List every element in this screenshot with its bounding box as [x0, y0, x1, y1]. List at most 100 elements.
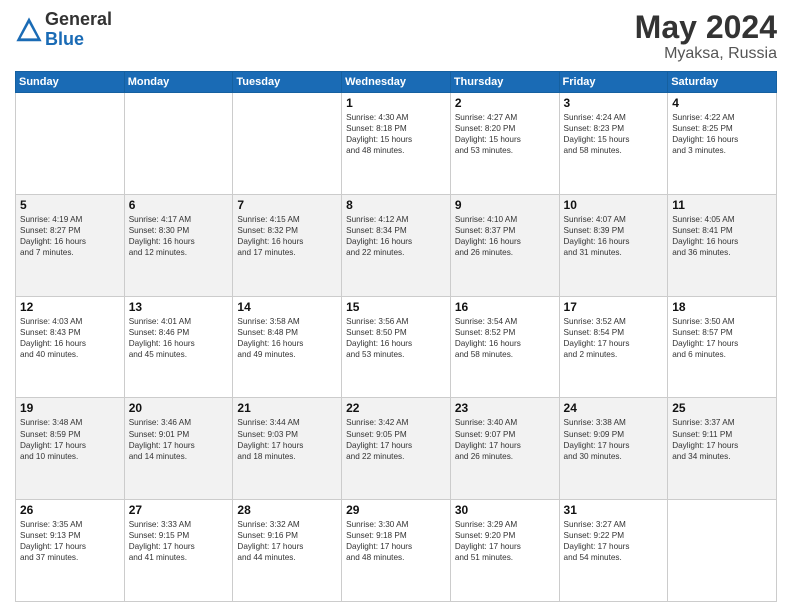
table-row: 31 Sunrise: 3:27 AM Sunset: 9:22 PM Dayli…: [559, 500, 668, 602]
table-row: 1 Sunrise: 4:30 AM Sunset: 8:18 PM Daylig…: [342, 93, 451, 195]
table-row: 25Sunrise: 3:37 AM Sunset: 9:11 PM Dayli…: [668, 398, 777, 500]
day-info: Sunrise: 4:12 AM Sunset: 8:34 PM Dayligh…: [346, 214, 446, 258]
table-row: 22 Sunrise: 3:42 AM Sunset: 9:05 PM Dayli…: [342, 398, 451, 500]
day-number: 20: [129, 401, 229, 415]
day-number: 26: [20, 503, 120, 517]
day-number: 29: [346, 503, 446, 517]
table-row: [16, 93, 125, 195]
table-row: 4 Sunrise: 4:22 AM Sunset: 8:25 PM Daylig…: [668, 93, 777, 195]
calendar-week-row: 19Sunrise: 3:48 AM Sunset: 8:59 PM Dayli…: [16, 398, 777, 500]
day-number: 8: [346, 198, 446, 212]
day-info: Sunrise: 4:17 AM Sunset: 8:30 PM Dayligh…: [129, 214, 229, 258]
day-number: 1: [346, 96, 446, 110]
day-number: 13: [129, 300, 229, 314]
col-friday: Friday: [559, 72, 668, 93]
day-info: Sunrise: 3:30 AM Sunset: 9:18 PM Dayligh…: [346, 519, 446, 563]
table-row: 8 Sunrise: 4:12 AM Sunset: 8:34 PM Daylig…: [342, 194, 451, 296]
table-row: 2 Sunrise: 4:27 AM Sunset: 8:20 PM Daylig…: [450, 93, 559, 195]
table-row: 30Sunrise: 3:29 AM Sunset: 9:20 PM Dayli…: [450, 500, 559, 602]
table-row: 11Sunrise: 4:05 AM Sunset: 8:41 PM Dayli…: [668, 194, 777, 296]
table-row: 27 Sunrise: 3:33 AM Sunset: 9:15 PM Dayli…: [124, 500, 233, 602]
day-info: Sunrise: 3:32 AM Sunset: 9:16 PM Dayligh…: [237, 519, 337, 563]
logo-text: General Blue: [45, 10, 112, 50]
logo-icon: [15, 16, 43, 44]
col-saturday: Saturday: [668, 72, 777, 93]
day-number: 21: [237, 401, 337, 415]
day-number: 17: [564, 300, 664, 314]
col-wednesday: Wednesday: [342, 72, 451, 93]
table-row: 7Sunrise: 4:15 AM Sunset: 8:32 PM Daylig…: [233, 194, 342, 296]
table-row: 12 Sunrise: 4:03 AM Sunset: 8:43 PM Dayli…: [16, 296, 125, 398]
table-row: 5 Sunrise: 4:19 AM Sunset: 8:27 PM Daylig…: [16, 194, 125, 296]
day-number: 27: [129, 503, 229, 517]
day-info: Sunrise: 3:40 AM Sunset: 9:07 PM Dayligh…: [455, 417, 555, 461]
day-info: Sunrise: 3:35 AM Sunset: 9:13 PM Dayligh…: [20, 519, 120, 563]
day-number: 7: [237, 198, 337, 212]
day-info: Sunrise: 3:44 AM Sunset: 9:03 PM Dayligh…: [237, 417, 337, 461]
table-row: 18 Sunrise: 3:50 AM Sunset: 8:57 PM Dayli…: [668, 296, 777, 398]
month-year-title: May 2024: [635, 10, 777, 45]
table-row: 17 Sunrise: 3:52 AM Sunset: 8:54 PM Dayli…: [559, 296, 668, 398]
day-info: Sunrise: 4:10 AM Sunset: 8:37 PM Dayligh…: [455, 214, 555, 258]
table-row: [668, 500, 777, 602]
table-row: 24 Sunrise: 3:38 AM Sunset: 9:09 PM Dayli…: [559, 398, 668, 500]
day-info: Sunrise: 3:42 AM Sunset: 9:05 PM Dayligh…: [346, 417, 446, 461]
day-info: Sunrise: 3:27 AM Sunset: 9:22 PM Dayligh…: [564, 519, 664, 563]
day-info: Sunrise: 3:50 AM Sunset: 8:57 PM Dayligh…: [672, 316, 772, 360]
day-number: 11: [672, 198, 772, 212]
day-number: 15: [346, 300, 446, 314]
day-info: Sunrise: 3:33 AM Sunset: 9:15 PM Dayligh…: [129, 519, 229, 563]
location-subtitle: Myaksa, Russia: [635, 45, 777, 63]
day-number: 31: [564, 503, 664, 517]
day-number: 25: [672, 401, 772, 415]
table-row: [124, 93, 233, 195]
day-number: 12: [20, 300, 120, 314]
day-number: 3: [564, 96, 664, 110]
day-number: 22: [346, 401, 446, 415]
day-info: Sunrise: 3:58 AM Sunset: 8:48 PM Dayligh…: [237, 316, 337, 360]
day-number: 28: [237, 503, 337, 517]
table-row: 10 Sunrise: 4:07 AM Sunset: 8:39 PM Dayli…: [559, 194, 668, 296]
col-tuesday: Tuesday: [233, 72, 342, 93]
day-info: Sunrise: 3:52 AM Sunset: 8:54 PM Dayligh…: [564, 316, 664, 360]
day-number: 23: [455, 401, 555, 415]
col-sunday: Sunday: [16, 72, 125, 93]
day-info: Sunrise: 4:22 AM Sunset: 8:25 PM Dayligh…: [672, 112, 772, 156]
table-row: 3 Sunrise: 4:24 AM Sunset: 8:23 PM Daylig…: [559, 93, 668, 195]
table-row: 13 Sunrise: 4:01 AM Sunset: 8:46 PM Dayli…: [124, 296, 233, 398]
day-number: 5: [20, 198, 120, 212]
calendar-week-row: 5 Sunrise: 4:19 AM Sunset: 8:27 PM Daylig…: [16, 194, 777, 296]
day-info: Sunrise: 4:03 AM Sunset: 8:43 PM Dayligh…: [20, 316, 120, 360]
title-block: May 2024 Myaksa, Russia: [635, 10, 777, 63]
day-info: Sunrise: 4:27 AM Sunset: 8:20 PM Dayligh…: [455, 112, 555, 156]
calendar-table: Sunday Monday Tuesday Wednesday Thursday…: [15, 71, 777, 602]
col-thursday: Thursday: [450, 72, 559, 93]
table-row: 16Sunrise: 3:54 AM Sunset: 8:52 PM Dayli…: [450, 296, 559, 398]
day-info: Sunrise: 3:48 AM Sunset: 8:59 PM Dayligh…: [20, 417, 120, 461]
day-number: 9: [455, 198, 555, 212]
day-info: Sunrise: 4:01 AM Sunset: 8:46 PM Dayligh…: [129, 316, 229, 360]
logo-general-text: General: [45, 10, 112, 30]
day-info: Sunrise: 4:19 AM Sunset: 8:27 PM Dayligh…: [20, 214, 120, 258]
table-row: 19Sunrise: 3:48 AM Sunset: 8:59 PM Dayli…: [16, 398, 125, 500]
table-row: 23 Sunrise: 3:40 AM Sunset: 9:07 PM Dayli…: [450, 398, 559, 500]
calendar-week-row: 1 Sunrise: 4:30 AM Sunset: 8:18 PM Daylig…: [16, 93, 777, 195]
day-info: Sunrise: 3:46 AM Sunset: 9:01 PM Dayligh…: [129, 417, 229, 461]
day-number: 4: [672, 96, 772, 110]
day-number: 14: [237, 300, 337, 314]
table-row: 20 Sunrise: 3:46 AM Sunset: 9:01 PM Dayli…: [124, 398, 233, 500]
day-info: Sunrise: 3:38 AM Sunset: 9:09 PM Dayligh…: [564, 417, 664, 461]
day-info: Sunrise: 4:07 AM Sunset: 8:39 PM Dayligh…: [564, 214, 664, 258]
logo: General Blue: [15, 10, 112, 50]
day-number: 18: [672, 300, 772, 314]
table-row: 28 Sunrise: 3:32 AM Sunset: 9:16 PM Dayli…: [233, 500, 342, 602]
col-monday: Monday: [124, 72, 233, 93]
table-row: 15Sunrise: 3:56 AM Sunset: 8:50 PM Dayli…: [342, 296, 451, 398]
header: General Blue May 2024 Myaksa, Russia: [15, 10, 777, 63]
day-number: 2: [455, 96, 555, 110]
day-number: 24: [564, 401, 664, 415]
day-number: 10: [564, 198, 664, 212]
day-info: Sunrise: 4:30 AM Sunset: 8:18 PM Dayligh…: [346, 112, 446, 156]
page: General Blue May 2024 Myaksa, Russia Sun…: [0, 0, 792, 612]
day-info: Sunrise: 4:24 AM Sunset: 8:23 PM Dayligh…: [564, 112, 664, 156]
